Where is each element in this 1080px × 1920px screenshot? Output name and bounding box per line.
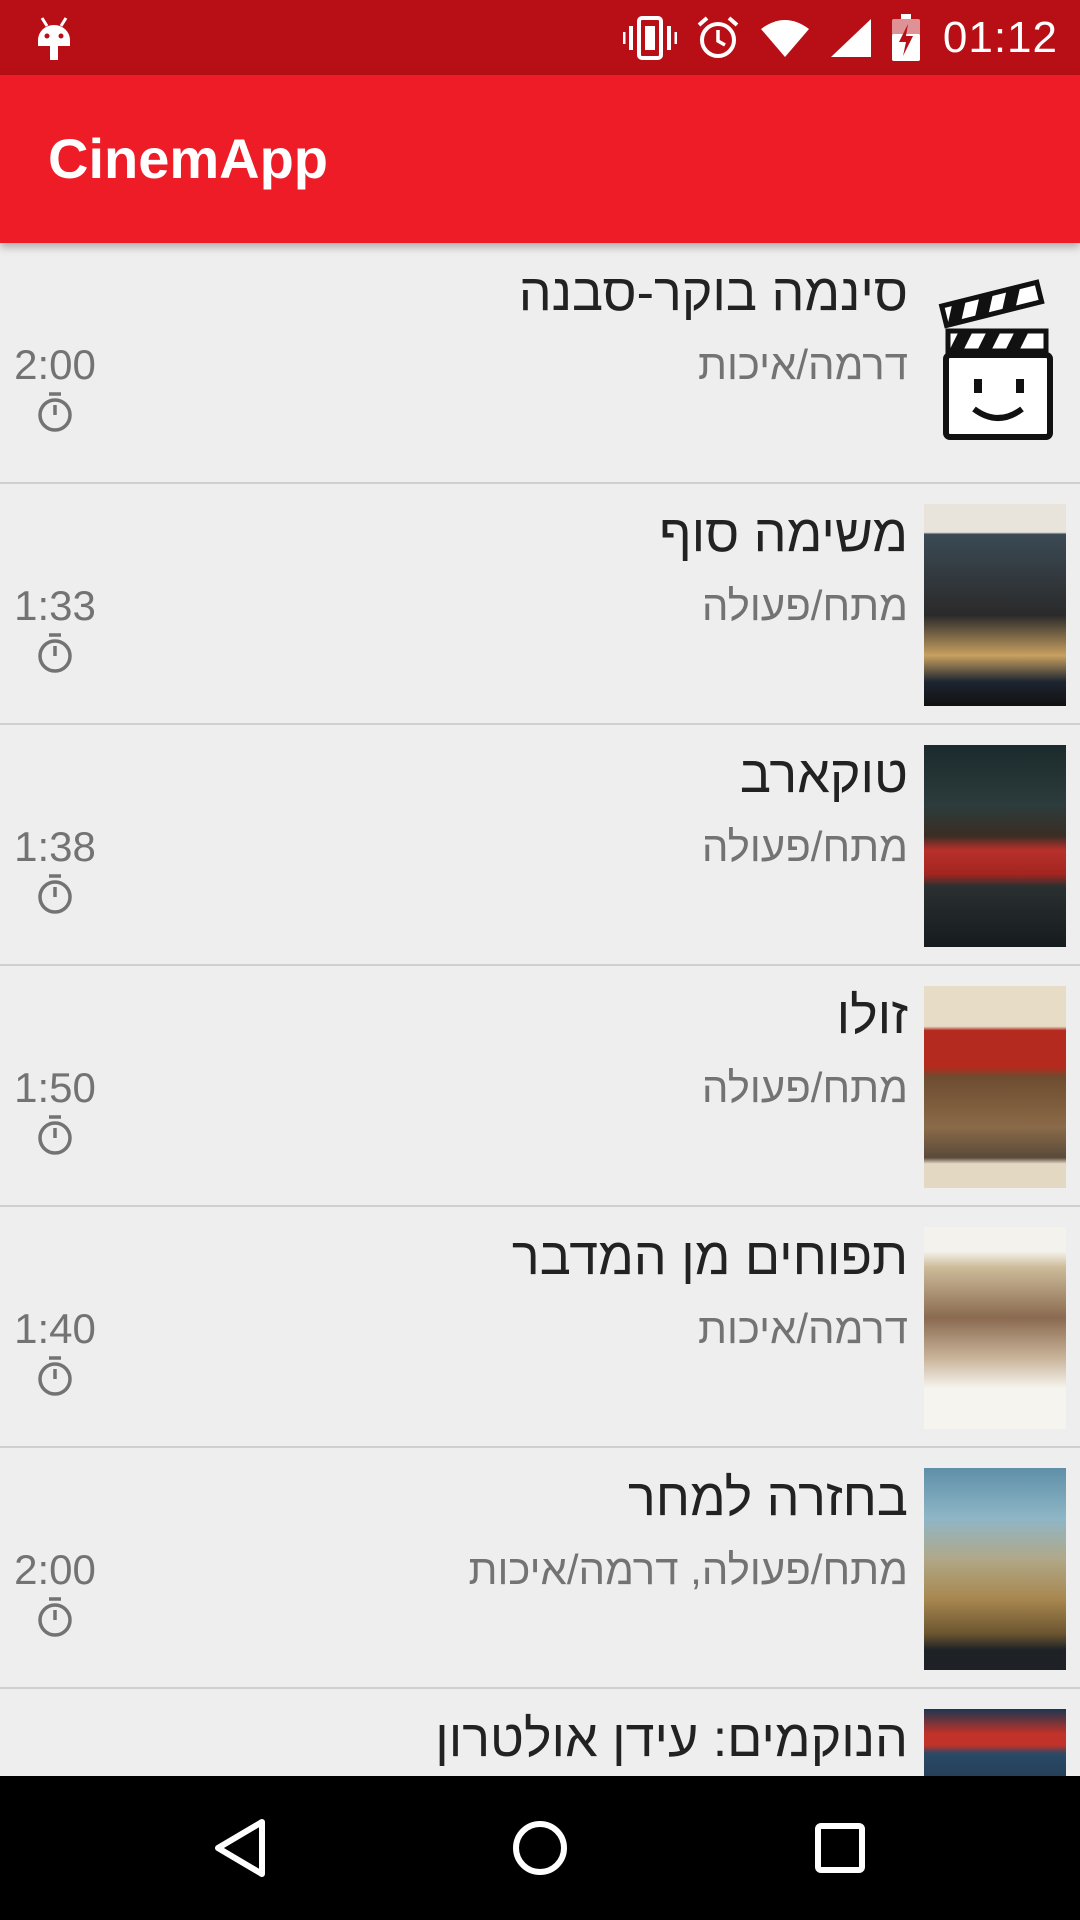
movie-list-item[interactable]: טוקארב מתח/פעולה 1:38 <box>0 725 1080 966</box>
clock: 01:12 <box>942 12 1058 62</box>
movie-title: הנוקמים: עידן אולטרון <box>435 1710 908 1768</box>
timer-icon <box>38 1356 72 1396</box>
movie-poster <box>924 1709 1066 1776</box>
movie-poster <box>924 1227 1066 1429</box>
movie-list-item[interactable]: זולו מתח/פעולה 1:50 <box>0 966 1080 1207</box>
movie-title: בחזרה למחר <box>627 1469 908 1527</box>
back-icon[interactable] <box>204 1812 276 1884</box>
movie-duration: 2:00 <box>14 341 96 388</box>
movie-title: זולו <box>836 987 908 1045</box>
movie-duration: 1:33 <box>14 582 96 629</box>
timer-icon <box>38 1115 72 1155</box>
movie-genre: מתח/פעולה <box>701 1064 908 1111</box>
status-bar: 01:12 <box>0 0 1080 75</box>
movie-genre: מתח/פעולה <box>701 582 908 629</box>
movie-list-item[interactable]: סינמה בוקר-סבנה דרמה/איכות 2:00 <box>0 243 1080 484</box>
movie-title: משימה סוף <box>659 505 908 563</box>
home-icon[interactable] <box>504 1812 576 1884</box>
app-bar: CinemApp <box>0 75 1080 243</box>
timer-icon <box>38 874 72 914</box>
timer-icon <box>38 392 72 432</box>
movie-list-item[interactable]: תפוחים מן המדבר דרמה/איכות 1:40 <box>0 1207 1080 1448</box>
movie-duration: 2:00 <box>14 1546 96 1593</box>
movie-duration: 1:40 <box>14 1305 96 1352</box>
vibrate-icon <box>622 15 677 60</box>
movie-duration: 1:50 <box>14 1064 96 1111</box>
timer-icon <box>38 1597 72 1637</box>
movie-list[interactable]: סינמה בוקר-סבנה דרמה/איכות 2:00 משימה סו… <box>0 243 1080 1776</box>
movie-duration: 1:38 <box>14 823 96 870</box>
movie-genre: דרמה/איכות <box>697 1305 908 1352</box>
movie-genre: מתח/פעולה <box>701 823 908 870</box>
movie-poster <box>924 745 1066 947</box>
alarm-icon <box>697 15 739 58</box>
android-debug-icon <box>38 17 70 60</box>
movie-poster <box>924 504 1066 706</box>
movie-title: סינמה בוקר-סבנה <box>518 264 908 322</box>
app-title: CinemApp <box>48 127 328 190</box>
navigation-bar <box>0 1776 1080 1920</box>
movie-genre: מתח/פעולה, דרמה/איכות <box>468 1546 908 1593</box>
wifi-icon <box>760 19 809 57</box>
timer-icon <box>38 633 72 673</box>
signal-icon <box>830 18 871 57</box>
movie-list-item[interactable]: משימה סוף מתח/פעולה 1:33 <box>0 484 1080 725</box>
battery-charging-icon <box>891 13 920 61</box>
movie-list-item[interactable]: הנוקמים: עידן אולטרון <box>0 1689 1080 1776</box>
recents-icon[interactable] <box>804 1812 876 1884</box>
clapperboard-icon <box>938 279 1053 440</box>
movie-genre: דרמה/איכות <box>697 341 908 388</box>
movie-title: תפוחים מן המדבר <box>511 1228 908 1286</box>
movie-poster <box>924 1468 1066 1670</box>
movie-poster <box>924 986 1066 1188</box>
movie-list-item[interactable]: בחזרה למחר מתח/פעולה, דרמה/איכות 2:00 <box>0 1448 1080 1689</box>
movie-title: טוקארב <box>739 746 908 804</box>
